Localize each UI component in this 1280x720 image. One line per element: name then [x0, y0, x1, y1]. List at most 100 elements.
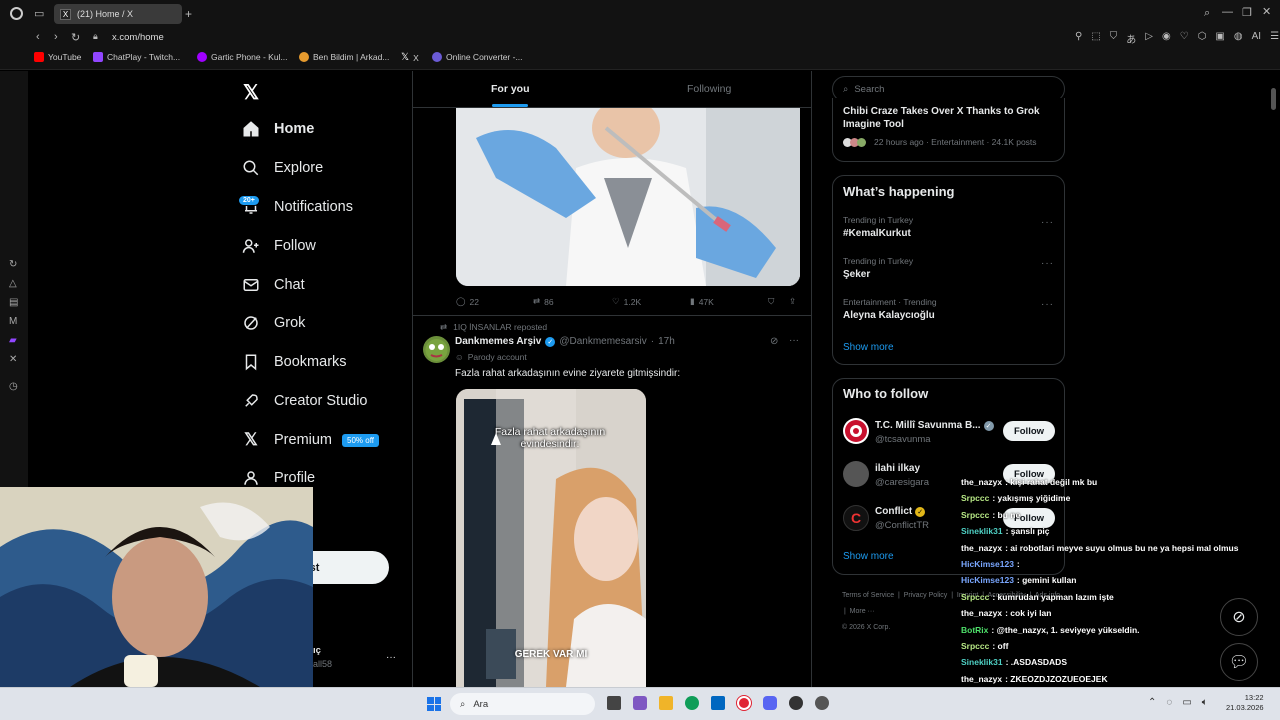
avatar[interactable]: C: [843, 505, 869, 531]
chat-username[interactable]: Sineklik31: [961, 657, 1003, 667]
nav-creator-studio[interactable]: Creator Studio: [242, 389, 368, 413]
tab-following[interactable]: Following: [687, 83, 731, 95]
sidebar-twitch-icon[interactable]: ▰: [9, 335, 18, 346]
bookmark-online-converter[interactable]: Online Converter -...: [432, 52, 523, 62]
follow-button[interactable]: Follow: [1003, 421, 1055, 441]
start-icon[interactable]: [427, 697, 441, 711]
minimize-icon[interactable]: —: [1222, 6, 1233, 18]
store-icon[interactable]: [711, 696, 725, 710]
app-icon[interactable]: [815, 696, 829, 710]
opera-logo-icon[interactable]: [10, 7, 23, 20]
nav-chat[interactable]: Chat: [242, 273, 305, 297]
post-author[interactable]: Dankmemes Arşiv: [455, 336, 541, 347]
close-icon[interactable]: ✕: [1262, 5, 1271, 18]
post-image-scientist[interactable]: [456, 108, 800, 286]
sidebar-ai-icon[interactable]: △: [9, 278, 18, 289]
camera-icon[interactable]: ◉: [1162, 31, 1171, 46]
bookmark-ben-bildim[interactable]: Ben Bildim | Arkad...: [299, 52, 389, 62]
tab-for-you[interactable]: For you: [491, 83, 530, 95]
volume-icon[interactable]: 🔈︎: [1202, 697, 1208, 708]
chat-username[interactable]: the_nazyx: [961, 674, 1002, 684]
obs-icon[interactable]: [789, 696, 803, 710]
maximize-icon[interactable]: ❐: [1242, 6, 1252, 19]
display-icon[interactable]: ▭: [1182, 697, 1191, 708]
trend-item[interactable]: Trending in Turkey Şeker: [843, 256, 913, 280]
file-explorer-icon[interactable]: [659, 696, 673, 710]
sidebar-refresh-icon[interactable]: ↻: [9, 259, 18, 270]
sidebar-bookmarks-icon[interactable]: ▤: [9, 297, 18, 308]
shield-icon[interactable]: ⛉: [1110, 31, 1118, 46]
post-time[interactable]: 17h: [658, 336, 675, 347]
post-handle[interactable]: @Dankmemesarsiv: [559, 336, 646, 347]
nav-explore[interactable]: Explore: [242, 156, 323, 180]
nav-follow[interactable]: Follow: [242, 234, 316, 258]
taskbar-search[interactable]: ⌕ Ara: [450, 693, 595, 715]
pin-icon[interactable]: ⚲: [1075, 31, 1082, 46]
edge-icon[interactable]: [685, 696, 699, 710]
chat-username[interactable]: Srpccc: [961, 641, 989, 651]
views-stat[interactable]: ▮ 47K: [690, 296, 714, 307]
reload-icon[interactable]: ↻: [71, 31, 80, 44]
post-more-icon[interactable]: ···: [789, 335, 799, 346]
x-logo-icon[interactable]: 𝕏: [243, 80, 259, 105]
screenshot-icon[interactable]: ⬚: [1091, 31, 1100, 46]
reply-stat[interactable]: ◯ 22: [456, 296, 479, 307]
avatar[interactable]: [843, 461, 869, 487]
show-more-trends[interactable]: Show more: [843, 342, 894, 353]
trend-more-icon[interactable]: ···: [1041, 258, 1054, 269]
chat-username[interactable]: Srpccc: [961, 592, 989, 602]
trend-item[interactable]: Entertainment · Trending Aleyna Kalaycıo…: [843, 297, 937, 321]
task-view-icon[interactable]: [607, 696, 621, 710]
sidebar-history-icon[interactable]: ◷: [9, 381, 18, 392]
bookmark-youtube[interactable]: YouTube: [34, 52, 81, 62]
tray-chevron-icon[interactable]: ⌃: [1148, 697, 1156, 708]
clock[interactable]: 13:22 21.03.2026: [1226, 693, 1264, 713]
new-tab-icon[interactable]: +: [185, 7, 192, 21]
show-more-follow[interactable]: Show more: [843, 551, 894, 562]
menu-icon[interactable]: ☰: [1270, 31, 1279, 46]
chat-username[interactable]: BotRix: [961, 625, 988, 635]
footer-link[interactable]: Privacy Policy: [904, 592, 948, 599]
network-icon[interactable]: ◌: [1166, 697, 1172, 708]
url-field[interactable]: x.com/home: [112, 32, 164, 43]
opera-taskbar-icon[interactable]: [736, 695, 752, 711]
copilot-icon[interactable]: [633, 696, 647, 710]
back-icon[interactable]: ‹: [36, 31, 40, 43]
discord-icon[interactable]: [763, 696, 777, 710]
like-stat[interactable]: ♡ 1.2K: [612, 296, 641, 307]
ai-button[interactable]: AI: [1252, 31, 1261, 46]
profile-icon[interactable]: ◍: [1234, 31, 1243, 46]
grok-post-icon[interactable]: ⊘: [770, 336, 778, 347]
heart-icon[interactable]: ♡: [1180, 31, 1189, 46]
avatar[interactable]: [843, 418, 869, 444]
tab-menu-icon[interactable]: ▭: [34, 7, 44, 20]
chat-username[interactable]: Srpccc: [961, 493, 989, 503]
tab-home-x[interactable]: X (21) Home / X: [54, 4, 182, 24]
repost-stat[interactable]: ⇄ 86: [533, 296, 554, 307]
trend-more-icon[interactable]: ···: [1041, 299, 1054, 310]
nav-home[interactable]: Home: [242, 117, 314, 141]
footer-link[interactable]: More ···: [850, 608, 875, 615]
chat-username[interactable]: the_nazyx: [961, 477, 1002, 487]
nav-grok[interactable]: Grok: [242, 311, 305, 335]
trend-more-icon[interactable]: ···: [1041, 217, 1054, 228]
translate-icon[interactable]: あ: [1126, 31, 1136, 46]
footer-link[interactable]: Terms of Service: [842, 592, 894, 599]
chat-username[interactable]: Srpccc: [961, 510, 989, 520]
grok-fab-icon[interactable]: ⊘: [1220, 598, 1258, 636]
bookmark-gartic[interactable]: Gartic Phone - Kul...: [197, 52, 288, 62]
forward-icon[interactable]: ›: [54, 31, 58, 43]
repost-context[interactable]: ⇄ 1IQ İNSANLAR reposted: [440, 322, 547, 333]
bookmark-chatplay[interactable]: ChatPlay - Twitch...: [93, 52, 180, 62]
sidebar-x-icon[interactable]: ✕: [9, 354, 18, 365]
messages-fab-icon[interactable]: 💬︎: [1220, 643, 1258, 681]
wallet-icon[interactable]: ▣: [1215, 31, 1224, 46]
search-tabs-icon[interactable]: ⌕: [1204, 7, 1210, 20]
chat-username[interactable]: HicKimse123: [961, 575, 1014, 585]
post-video[interactable]: Fazla rahat arkadaşının evindesindir: GE…: [456, 389, 646, 687]
play-icon[interactable]: ▷: [1145, 31, 1153, 46]
chat-username[interactable]: the_nazyx: [961, 608, 1002, 618]
extensions-icon[interactable]: ⬡: [1198, 31, 1207, 46]
trend-item[interactable]: Trending in Turkey #KemalKurkut: [843, 215, 913, 239]
bookmark-x[interactable]: 𝕏 X: [401, 52, 419, 63]
